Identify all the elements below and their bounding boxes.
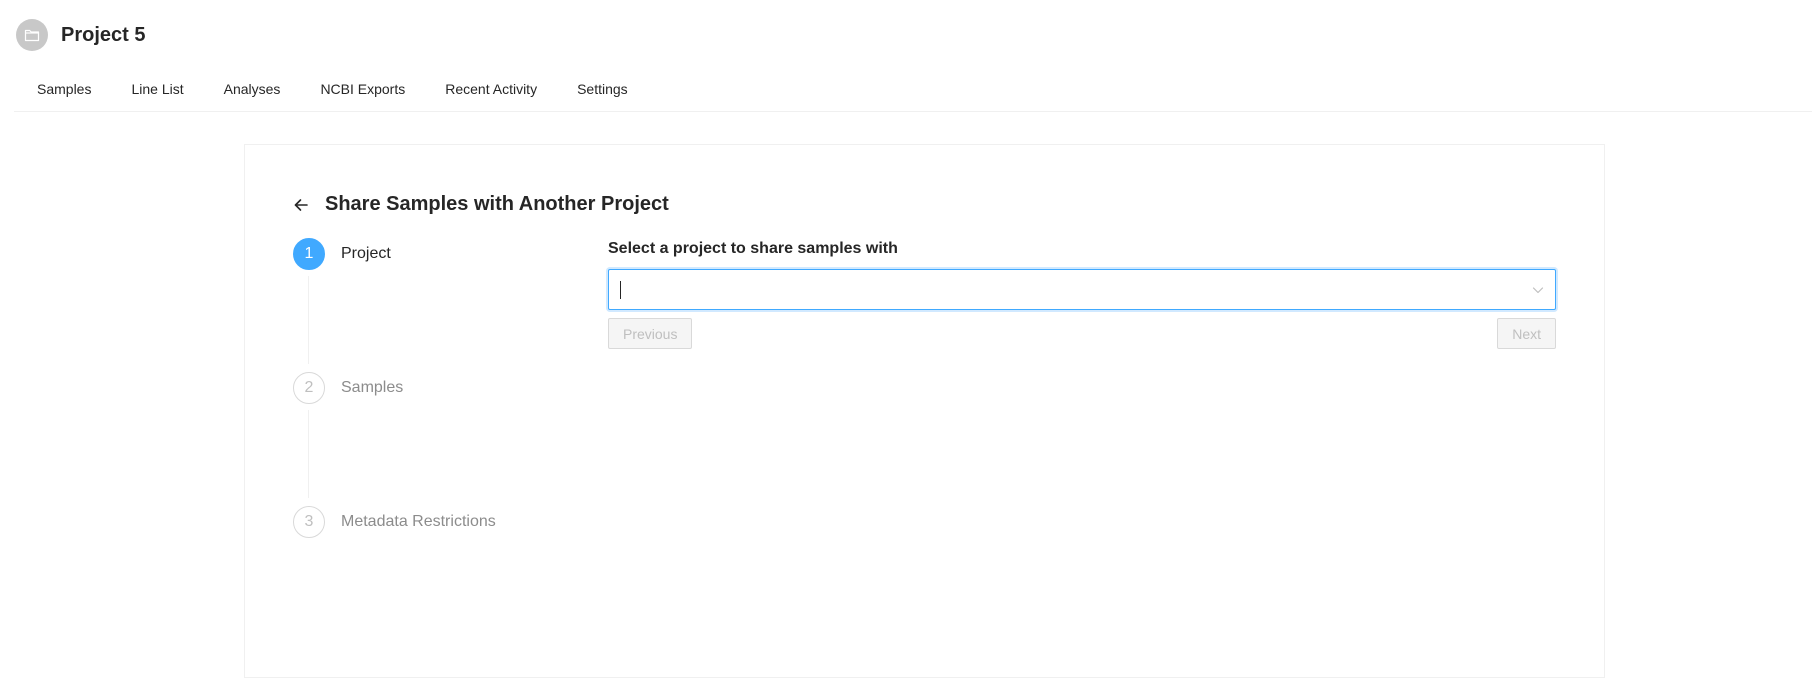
project-select[interactable]: [608, 269, 1556, 310]
project-nav: Samples Line List Analyses NCBI Exports …: [14, 72, 1812, 112]
step-number: 3: [293, 506, 325, 538]
form-label: Select a project to share samples with: [608, 240, 898, 257]
page-header: Project 5: [16, 18, 145, 52]
card-title: Share Samples with Another Project: [325, 193, 669, 215]
share-samples-card: Share Samples with Another Project 1 Pro…: [244, 144, 1605, 678]
project-search-input[interactable]: [619, 278, 1499, 302]
folder-icon: [24, 29, 40, 42]
text-cursor: [620, 281, 621, 299]
step-samples: 2 Samples: [293, 372, 403, 404]
nav-item-line-list[interactable]: Line List: [111, 72, 203, 98]
next-button[interactable]: Next: [1497, 318, 1556, 349]
step-label: Project: [341, 245, 391, 262]
nav-item-ncbi-exports[interactable]: NCBI Exports: [300, 72, 425, 98]
step-metadata-restrictions: 3 Metadata Restrictions: [293, 506, 496, 538]
card-title-row: Share Samples with Another Project: [291, 193, 669, 216]
nav-item-samples[interactable]: Samples: [14, 72, 111, 98]
step-buttons: Previous Next: [608, 318, 1556, 349]
nav-item-analyses[interactable]: Analyses: [204, 72, 301, 98]
back-button[interactable]: [291, 195, 311, 215]
project-select-form: Select a project to share samples with P…: [608, 239, 1556, 349]
step-label: Metadata Restrictions: [341, 513, 496, 530]
step-label: Samples: [341, 379, 404, 396]
page-title: Project 5: [61, 23, 146, 46]
step-project: 1 Project: [293, 238, 391, 270]
nav-item-recent-activity[interactable]: Recent Activity: [425, 72, 557, 98]
step-connector: [308, 276, 309, 364]
step-connector: [308, 410, 309, 498]
nav-item-settings[interactable]: Settings: [557, 72, 648, 98]
chevron-down-icon[interactable]: [1531, 283, 1545, 297]
arrow-left-icon: [294, 198, 308, 211]
step-number: 1: [293, 238, 325, 270]
steps: 1 Project 2 Samples 3 Metadata Restricti…: [293, 238, 553, 578]
step-number: 2: [293, 372, 325, 404]
previous-button[interactable]: Previous: [608, 318, 693, 349]
project-avatar: [16, 19, 48, 51]
